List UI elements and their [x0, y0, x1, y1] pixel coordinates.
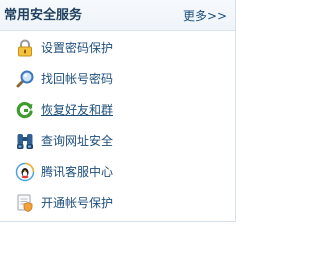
service-item-restore-friends-groups[interactable]: 恢复好友和群 [0, 95, 235, 126]
panel-header: 常用安全服务 更多>> [0, 0, 235, 31]
service-item-check-url-safety[interactable]: 查询网址安全 [0, 126, 235, 157]
service-item-enable-account-protection[interactable]: 开通帐号保护 [0, 188, 235, 219]
search-icon [15, 69, 35, 89]
qq-penguin-icon [15, 162, 35, 182]
service-item-recover-account-password[interactable]: 找回帐号密码 [0, 64, 235, 95]
service-item-label: 开通帐号保护 [41, 196, 114, 210]
service-item-label: 腾讯客服中心 [41, 165, 114, 179]
security-services-panel: 常用安全服务 更多>> 设置密码保护 找回帐号密码 恢复好友和群 查询网址安全 … [0, 0, 236, 222]
service-item-label: 设置密码保护 [41, 41, 114, 55]
service-item-label: 恢复好友和群 [41, 103, 114, 117]
panel-title: 常用安全服务 [4, 8, 83, 23]
service-item-label: 查询网址安全 [41, 134, 114, 148]
service-item-set-password-protection[interactable]: 设置密码保护 [0, 33, 235, 64]
binoculars-icon [15, 131, 35, 151]
service-item-label: 找回帐号密码 [41, 72, 114, 86]
more-link[interactable]: 更多>> [183, 9, 227, 23]
service-item-tencent-support[interactable]: 腾讯客服中心 [0, 157, 235, 188]
restore-icon [15, 100, 35, 120]
lock-icon [15, 38, 35, 58]
shield-document-icon [15, 193, 35, 213]
